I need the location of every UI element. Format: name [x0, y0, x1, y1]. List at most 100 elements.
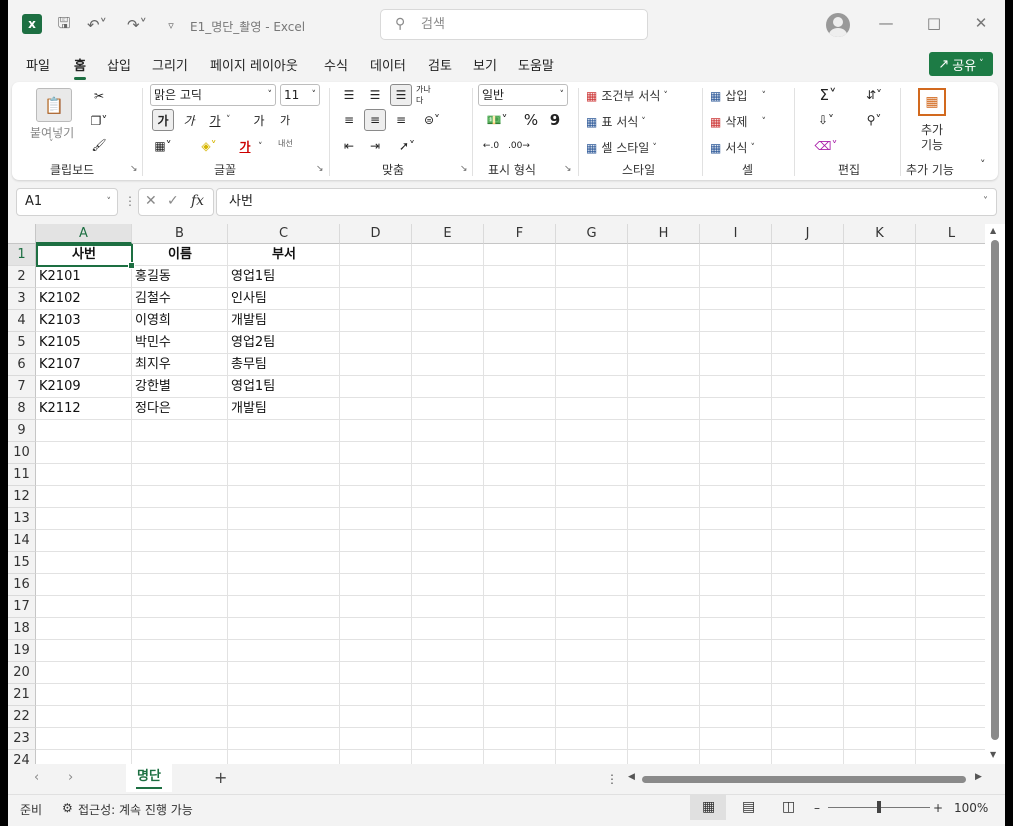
column-header-i[interactable]: I	[700, 224, 772, 244]
tab-review[interactable]: 검토	[428, 55, 452, 74]
orientation-icon[interactable]: ➚˅	[390, 135, 424, 157]
font-color-chevron-icon[interactable]: ˅	[258, 142, 263, 152]
data-cell[interactable]: K2105	[36, 332, 132, 354]
row-header-5[interactable]: 5	[8, 332, 36, 354]
user-avatar-icon[interactable]	[826, 13, 850, 37]
merge-center-icon[interactable]: ⊜˅	[416, 109, 448, 131]
data-cell[interactable]: K2102	[36, 288, 132, 310]
tab-file[interactable]: 파일	[26, 55, 50, 74]
row-header-19[interactable]: 19	[8, 640, 36, 662]
more-options-icon[interactable]: ⋮	[124, 194, 136, 208]
delete-cells-button[interactable]: ▦ 삭제 ˅	[710, 113, 766, 130]
row-header-7[interactable]: 7	[8, 376, 36, 398]
data-cell[interactable]: 영업1팀	[228, 266, 340, 288]
data-cell[interactable]: 정다은	[132, 398, 228, 420]
vertical-scrollbar[interactable]: ▲ ▼	[985, 224, 1005, 764]
align-bottom-icon[interactable]: ☰	[390, 84, 412, 106]
data-cell[interactable]: 인사팀	[228, 288, 340, 310]
select-all-corner[interactable]	[8, 224, 36, 244]
conditional-formatting-button[interactable]: ▦ 조건부 서식 ˅	[586, 87, 668, 104]
cell-styles-button[interactable]: ▦ 셀 스타일 ˅	[586, 139, 657, 156]
zoom-out-icon[interactable]: –	[814, 801, 820, 815]
fill-color-icon[interactable]: ◈˅	[198, 135, 220, 157]
autosum-icon[interactable]: Σ˅	[808, 84, 848, 106]
data-cell[interactable]: 홍길동	[132, 266, 228, 288]
find-select-icon[interactable]: ⚲˅	[856, 109, 892, 131]
copy-icon[interactable]: ❐˅	[88, 110, 110, 132]
increase-decimal-icon[interactable]: ←.0	[480, 135, 502, 157]
tab-page-layout[interactable]: 페이지 레이아웃	[210, 55, 298, 74]
tab-view[interactable]: 보기	[473, 55, 497, 74]
data-cell[interactable]: 강한별	[132, 376, 228, 398]
bold-button[interactable]: 가	[152, 109, 174, 131]
row-header-8[interactable]: 8	[8, 398, 36, 420]
data-cell[interactable]: 영업1팀	[228, 376, 340, 398]
italic-button[interactable]: 가	[178, 109, 200, 131]
data-cell[interactable]: 총무팀	[228, 354, 340, 376]
tab-home[interactable]: 홈	[74, 55, 86, 80]
format-cells-button[interactable]: ▦ 서식 ˅	[710, 139, 755, 156]
quick-access-customize-icon[interactable]: ▿	[160, 14, 182, 36]
column-header-e[interactable]: E	[412, 224, 484, 244]
data-cell[interactable]: 영업2팀	[228, 332, 340, 354]
data-cell[interactable]: K2107	[36, 354, 132, 376]
decrease-indent-icon[interactable]: ⇤	[338, 135, 360, 157]
format-painter-icon[interactable]: 🖌	[88, 134, 110, 156]
underline-chevron-icon[interactable]: ˅	[226, 115, 231, 125]
column-header-j[interactable]: J	[772, 224, 844, 244]
font-launcher-icon[interactable]: ↘	[316, 164, 324, 174]
row-header-22[interactable]: 22	[8, 706, 36, 728]
data-cell[interactable]: K2101	[36, 266, 132, 288]
clear-icon[interactable]: ⌫˅	[808, 135, 844, 157]
worksheet-grid[interactable]: A B C D E F G H I J K L 1 2 3 4 5 6 7 8 9 10 11 12 13 14 15 16 17 18 1…	[8, 224, 1005, 772]
addins-icon[interactable]: ▦	[918, 88, 946, 116]
data-cell[interactable]: 최지우	[132, 354, 228, 376]
shrink-font-button[interactable]: 가	[274, 109, 296, 131]
minimize-icon[interactable]: —	[876, 14, 896, 34]
comma-style-button[interactable]: 9	[544, 109, 566, 131]
column-header-h[interactable]: H	[628, 224, 700, 244]
tab-help[interactable]: 도움말	[518, 55, 554, 74]
data-cell[interactable]: 박민수	[132, 332, 228, 354]
row-header-3[interactable]: 3	[8, 288, 36, 310]
row-header-11[interactable]: 11	[8, 464, 36, 486]
next-sheet-icon[interactable]: ›	[68, 770, 73, 785]
alignment-launcher-icon[interactable]: ↘	[460, 164, 468, 174]
align-right-icon[interactable]: ≡	[390, 109, 412, 131]
data-cell[interactable]: K2109	[36, 376, 132, 398]
align-top-icon[interactable]: ☰	[338, 84, 360, 106]
row-header-12[interactable]: 12	[8, 486, 36, 508]
sheet-tab-active[interactable]: 명단	[126, 764, 172, 792]
underline-button[interactable]: 가	[204, 109, 226, 131]
column-header-b[interactable]: B	[132, 224, 228, 244]
tab-options-icon[interactable]: ⋮	[606, 772, 618, 786]
formula-input[interactable]: 사번 ˅	[216, 188, 997, 216]
enter-icon[interactable]: ✓	[167, 193, 179, 209]
undo-icon[interactable]: ↶˅	[82, 14, 112, 36]
font-size-select[interactable]: 11 ˅	[280, 84, 320, 106]
row-header-15[interactable]: 15	[8, 552, 36, 574]
column-header-k[interactable]: K	[844, 224, 916, 244]
page-break-view-icon[interactable]: ◫	[782, 799, 795, 815]
align-middle-icon[interactable]: ☰	[364, 84, 386, 106]
redo-icon[interactable]: ↷˅	[122, 14, 152, 36]
paste-chevron-icon[interactable]: ˅	[49, 139, 54, 149]
addins-label-bottom[interactable]: 기능	[921, 136, 943, 153]
page-layout-view-icon[interactable]: ▤	[742, 799, 755, 815]
format-as-table-button[interactable]: ▦ 표 서식 ˅	[586, 113, 646, 130]
column-header-c[interactable]: C	[228, 224, 340, 244]
search-box[interactable]: ⚲ 검색	[380, 9, 648, 40]
accessibility-status[interactable]: 접근성: 계속 진행 가능	[78, 801, 193, 818]
row-header-13[interactable]: 13	[8, 508, 36, 530]
row-header-10[interactable]: 10	[8, 442, 36, 464]
row-header-16[interactable]: 16	[8, 574, 36, 596]
tab-draw[interactable]: 그리기	[152, 55, 188, 74]
row-header-1[interactable]: 1	[8, 244, 36, 266]
paste-icon[interactable]: 📋	[36, 88, 72, 122]
share-button[interactable]: ↗ 공유 ˅	[929, 52, 993, 76]
phonetic-button[interactable]: 내선	[278, 138, 293, 149]
row-header-18[interactable]: 18	[8, 618, 36, 640]
accounting-format-icon[interactable]: 💵˅	[480, 109, 514, 131]
collapse-ribbon-icon[interactable]: ˅	[980, 158, 986, 171]
sort-filter-icon[interactable]: ⇵˅	[856, 84, 892, 106]
